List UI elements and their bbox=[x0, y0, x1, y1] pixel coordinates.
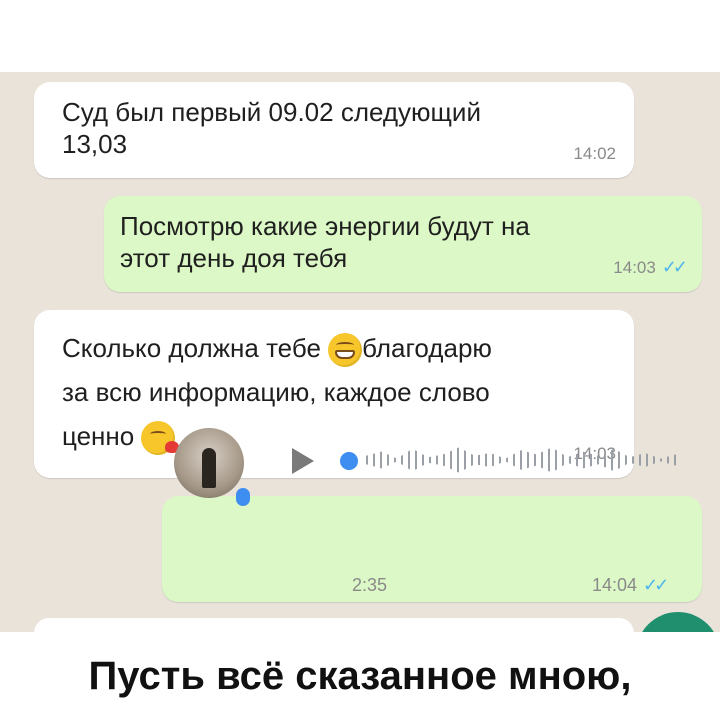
message-time: 14:02 bbox=[573, 144, 616, 163]
message-text: Суд был первый 09.02 следующий 13,03 bbox=[62, 97, 481, 159]
kiss-emoji-icon bbox=[141, 421, 180, 456]
message-time: 14:04 ✓✓ bbox=[592, 575, 669, 595]
playback-position-dot[interactable] bbox=[340, 452, 358, 470]
microphone-icon bbox=[236, 488, 250, 506]
message-text: Сколько должна тебе благодарю за всю инф… bbox=[62, 326, 492, 458]
message-outgoing-1[interactable]: Посмотрю какие энергии будут на этот ден… bbox=[104, 196, 702, 292]
voice-avatar-thumbnail bbox=[174, 428, 244, 498]
top-caption-fragment bbox=[0, 0, 720, 18]
read-ticks-icon: ✓✓ bbox=[661, 257, 688, 277]
avatar-figure bbox=[202, 448, 216, 488]
play-button[interactable] bbox=[292, 448, 314, 474]
grin-emoji-icon bbox=[328, 333, 363, 368]
message-text: Посмотрю какие энергии будут на этот ден… bbox=[120, 211, 530, 273]
voice-duration: 2:35 bbox=[352, 575, 388, 595]
read-ticks-icon: ✓✓ bbox=[643, 575, 669, 595]
message-time: 14:03 ✓✓ bbox=[613, 257, 688, 277]
caption-text: Пусть всё сказанное мною, bbox=[88, 654, 632, 698]
message-incoming-1[interactable]: Суд был первый 09.02 следующий 13,03 14:… bbox=[34, 82, 634, 178]
